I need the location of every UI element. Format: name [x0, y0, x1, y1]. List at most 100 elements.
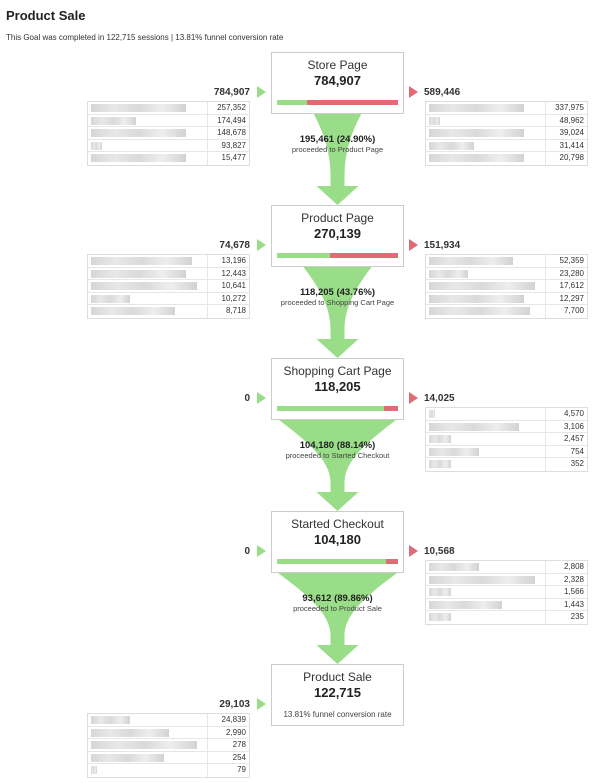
table-row[interactable]: 2,457 [426, 433, 587, 446]
row-value: 15,477 [207, 152, 249, 165]
blurred-page-label [426, 586, 545, 598]
proceed-flow-label: 93,612 (89.86%) proceeded to Product Sale [271, 593, 404, 613]
blurred-page-label [88, 267, 207, 279]
step-value: 270,139 [314, 226, 361, 241]
table-row[interactable]: 12,297 [426, 292, 587, 305]
exit-destinations-table: 2,808 2,328 1,566 1,443 235 [425, 560, 588, 625]
table-row[interactable]: 148,678 [88, 127, 249, 140]
table-row[interactable]: 93,827 [88, 139, 249, 152]
table-row[interactable]: 31,414 [426, 139, 587, 152]
blurred-text [91, 154, 186, 162]
proceed-flow-label: 195,461 (24.90%) proceeded to Product Pag… [271, 134, 404, 154]
proceed-bar-fill [277, 406, 384, 411]
blurred-text [429, 257, 513, 265]
exit-count: 589,446 [424, 87, 461, 98]
table-row[interactable]: 235 [426, 611, 587, 624]
entrance-count: 0 [244, 393, 250, 404]
table-row[interactable]: 52,359 [426, 255, 587, 268]
blurred-text [91, 766, 97, 774]
table-row[interactable]: 39,024 [426, 127, 587, 140]
table-row[interactable]: 2,328 [426, 573, 587, 586]
exit-destinations-table: 4,570 3,106 2,457 754 352 [425, 407, 588, 472]
blurred-page-label [426, 598, 545, 610]
blurred-text [91, 716, 130, 724]
table-row[interactable]: 15,477 [88, 152, 249, 165]
blurred-page-label [88, 751, 207, 763]
table-row[interactable]: 24,839 [88, 714, 249, 727]
table-row[interactable]: 337,975 [426, 102, 587, 115]
row-value: 13,196 [207, 255, 249, 267]
table-row[interactable]: 278 [88, 739, 249, 752]
funnel-step-4[interactable]: Started Checkout 104,180 [271, 511, 404, 573]
row-value: 278 [207, 739, 249, 751]
table-row[interactable]: 1,566 [426, 586, 587, 599]
table-row[interactable]: 13,196 [88, 255, 249, 268]
blurred-page-label [426, 561, 545, 573]
table-row[interactable]: 1,443 [426, 598, 587, 611]
row-value: 4,570 [545, 408, 587, 420]
blurred-text [429, 104, 524, 112]
proceed-count: 93,612 (89.86%) [302, 593, 373, 604]
goal-summary: This Goal was completed in 122,715 sessi… [6, 33, 284, 42]
row-value: 254 [207, 751, 249, 763]
blurred-page-label [88, 152, 207, 165]
blurred-text [91, 129, 186, 137]
step-value: 104,180 [314, 532, 361, 547]
table-row[interactable]: 257,352 [88, 102, 249, 115]
blurred-page-label [88, 292, 207, 304]
blurred-page-label [426, 433, 545, 445]
exit-arrow-icon [409, 239, 418, 251]
entrance-count: 29,103 [219, 699, 250, 710]
proceed-description: proceeded to Shopping Cart Page [280, 298, 395, 307]
row-value: 352 [545, 458, 587, 471]
table-row[interactable]: 17,612 [426, 280, 587, 293]
row-value: 8,718 [207, 305, 249, 318]
blurred-text [429, 154, 524, 162]
blurred-text [91, 294, 130, 303]
table-row[interactable]: 23,280 [426, 267, 587, 280]
entrance-arrow-icon [257, 698, 266, 710]
proceed-bar-fill [277, 253, 330, 258]
table-row[interactable]: 2,990 [88, 726, 249, 739]
exit-arrow-icon [409, 392, 418, 404]
blurred-page-label [426, 139, 545, 151]
table-row[interactable]: 4,570 [426, 408, 587, 421]
row-value: 2,808 [545, 561, 587, 573]
funnel-step-5[interactable]: Product Sale 122,715 13.81% funnel convers… [271, 664, 404, 726]
entrance-arrow-icon [257, 392, 266, 404]
exit-arrow-icon [409, 545, 418, 557]
proceed-description: proceeded to Product Page [291, 145, 384, 154]
row-value: 12,443 [207, 267, 249, 279]
table-row[interactable]: 48,962 [426, 114, 587, 127]
row-value: 174,494 [207, 114, 249, 126]
row-value: 257,352 [207, 102, 249, 114]
blurred-text [429, 282, 535, 290]
blurred-page-label [426, 611, 545, 624]
entrance-arrow-icon [257, 239, 266, 251]
blurred-page-label [88, 102, 207, 114]
blurred-page-label [426, 305, 545, 318]
funnel-step-3[interactable]: Shopping Cart Page 118,205 [271, 358, 404, 420]
table-row[interactable]: 10,641 [88, 280, 249, 293]
funnel-flow-arrow [313, 114, 362, 205]
entrance-arrow-icon [257, 545, 266, 557]
table-row[interactable]: 7,700 [426, 305, 587, 318]
table-row[interactable]: 79 [88, 764, 249, 777]
funnel-step-2[interactable]: Product Page 270,139 [271, 205, 404, 267]
table-row[interactable]: 20,798 [426, 152, 587, 165]
blurred-text [91, 307, 175, 315]
blurred-text [429, 294, 524, 303]
table-row[interactable]: 3,106 [426, 420, 587, 433]
blurred-page-label [426, 280, 545, 292]
table-row[interactable]: 8,718 [88, 305, 249, 318]
row-value: 24,839 [207, 714, 249, 726]
table-row[interactable]: 754 [426, 445, 587, 458]
table-row[interactable]: 12,443 [88, 267, 249, 280]
funnel-step-1[interactable]: Store Page 784,907 [271, 52, 404, 114]
table-row[interactable]: 254 [88, 751, 249, 764]
table-row[interactable]: 2,808 [426, 561, 587, 574]
proceed-flow-shape [279, 420, 396, 511]
table-row[interactable]: 10,272 [88, 292, 249, 305]
table-row[interactable]: 352 [426, 458, 587, 471]
table-row[interactable]: 174,494 [88, 114, 249, 127]
